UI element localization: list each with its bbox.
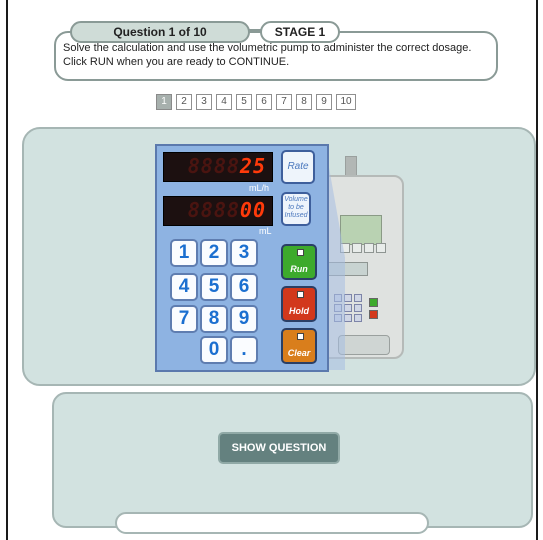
pump-button-icon [364, 243, 374, 253]
window-frame-right [536, 0, 538, 540]
show-question-button[interactable]: SHOW QUESTION [218, 432, 340, 464]
clear-button-label: Clear [287, 348, 311, 358]
keypad-key-2[interactable]: 2 [200, 239, 228, 267]
instruction-text: Solve the calculation and use the volume… [63, 42, 472, 68]
pump-key-icon [354, 304, 362, 312]
rate-unit-label: mL/h [249, 183, 270, 193]
keypad-key-0[interactable]: 0 [200, 336, 228, 364]
pump-keypad-panel: 888825 mL/h 888800 mL Rate Volume to be … [155, 144, 329, 372]
hold-button[interactable]: Hold [281, 286, 317, 322]
keypad-key-1[interactable]: 1 [170, 239, 198, 267]
pump-run-led-icon [369, 298, 378, 307]
keypad-key-4[interactable]: 4 [170, 273, 198, 301]
keypad-key-6[interactable]: 6 [230, 273, 258, 301]
question-nav-9[interactable]: 9 [316, 94, 332, 110]
pump-button-icon [376, 243, 386, 253]
pump-key-icon [354, 294, 362, 302]
keypad-key-7[interactable]: 7 [170, 305, 198, 333]
pump-base [338, 335, 390, 355]
clear-button[interactable]: Clear [281, 328, 317, 364]
question-nav-3[interactable]: 3 [196, 94, 212, 110]
question-nav-4[interactable]: 4 [216, 94, 232, 110]
question-nav-10[interactable]: 10 [336, 94, 356, 110]
question-nav-8[interactable]: 8 [296, 94, 312, 110]
pump-button-icon [352, 243, 362, 253]
clear-indicator-icon [297, 333, 304, 340]
stage-tab: STAGE 1 [260, 21, 340, 43]
bottom-tab [115, 512, 429, 534]
pump-screen [340, 215, 382, 245]
question-nav-5[interactable]: 5 [236, 94, 252, 110]
pump-hold-led-icon [369, 310, 378, 319]
pump-key-icon [344, 304, 352, 312]
run-button-label: Run [290, 264, 308, 274]
rate-display: 888825 [163, 152, 273, 182]
keypad-key-5[interactable]: 5 [200, 273, 228, 301]
run-button[interactable]: Run [281, 244, 317, 280]
question-nav-6[interactable]: 6 [256, 94, 272, 110]
keypad-key-3[interactable]: 3 [230, 239, 258, 267]
volume-display: 888800 [163, 196, 273, 226]
run-indicator-icon [297, 249, 304, 256]
volume-unit-label: mL [259, 226, 272, 236]
question-nav-1[interactable]: 1 [156, 94, 172, 110]
volume-to-be-infused-button[interactable]: Volume to be Infused [281, 192, 311, 226]
pump-key-icon [354, 314, 362, 322]
rate-button[interactable]: Rate [281, 150, 315, 184]
pump-key-icon [344, 294, 352, 302]
keypad-key-decimal[interactable]: . [230, 336, 258, 364]
pump-key-icon [344, 314, 352, 322]
window-frame-left [6, 0, 8, 540]
keypad-key-8[interactable]: 8 [200, 305, 228, 333]
question-counter-tab: Question 1 of 10 [70, 21, 250, 43]
keypad-key-9[interactable]: 9 [230, 305, 258, 333]
question-nav-7[interactable]: 7 [276, 94, 292, 110]
question-nav-2[interactable]: 2 [176, 94, 192, 110]
hold-button-label: Hold [289, 306, 309, 316]
hold-indicator-icon [297, 291, 304, 298]
